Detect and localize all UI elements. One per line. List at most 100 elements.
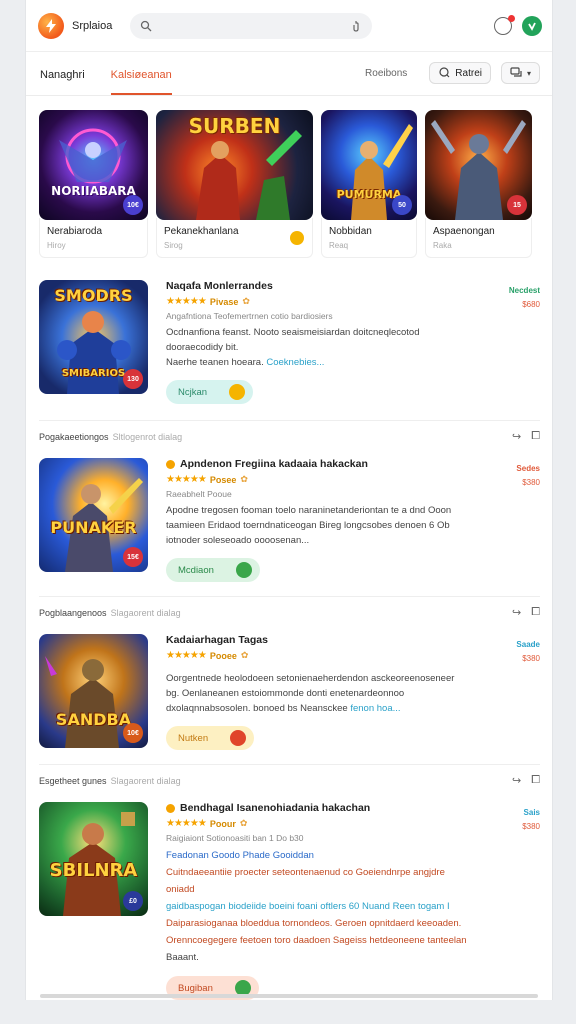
- game-title[interactable]: Apndenon Fregiina kadaaia hakackan: [166, 458, 468, 470]
- tabs-right-link[interactable]: Roeibons: [365, 68, 407, 79]
- game-meta: Raeabhelt Pooue: [166, 489, 232, 499]
- side-price: $380: [522, 822, 540, 831]
- action-button[interactable]: Mcdiaon: [166, 558, 260, 582]
- search-input[interactable]: [160, 19, 343, 32]
- offer-line: Cuitndaeeantiie proecter seteontenaenud …: [166, 867, 445, 895]
- share-icon[interactable]: ↪: [512, 430, 521, 443]
- action-label: Nutken: [178, 732, 209, 744]
- notification-icon[interactable]: [494, 14, 515, 35]
- featured-card[interactable]: PUMURMA 50 Nobbidan Reaq: [321, 110, 417, 258]
- app-logo[interactable]: [38, 12, 64, 39]
- tab-bar: Nanaghri Kalsiøeanan Roeibons Ratrei ▾: [26, 52, 552, 96]
- price-badge: 130: [123, 369, 143, 389]
- game-title[interactable]: Bendhagal Isanenohiadania hakachan: [166, 802, 468, 814]
- price-badge: 15€: [123, 547, 143, 567]
- game-meta: Raigiaiont Sotionoasiti ban 1 Do b30: [166, 833, 304, 843]
- game-thumbnail: SMODRS SMIBARIOS 130: [39, 280, 148, 394]
- rating-tag: Poour: [209, 818, 236, 829]
- game-title[interactable]: Kadaiarhagan Tagas: [166, 634, 468, 646]
- side-info: Sedes $380: [516, 462, 540, 490]
- action-button[interactable]: Ncjkan: [166, 380, 254, 404]
- bookmark-icon[interactable]: ⧠: [531, 430, 540, 443]
- filter-label: Ratrei: [455, 67, 482, 79]
- game-sub: Raka: [433, 241, 452, 250]
- game-description: Apodne tregosen fooman toelo naraninetan…: [166, 505, 452, 546]
- offer-line: Daiparasioganaa bloeddua tornondeos. Ger…: [166, 918, 462, 929]
- rating-row: ★★★★★ Poour ✿: [166, 818, 468, 829]
- search-bar[interactable]: [130, 12, 373, 39]
- rating-row: ★★★★★ Posee ✿: [166, 474, 468, 485]
- game-name: Pekanekhanlana: [164, 226, 239, 237]
- scroll-indicator[interactable]: [40, 994, 538, 998]
- side-price: $380: [522, 654, 540, 663]
- featured-row: NORIIABARA 10€ Nerabiaroda Hiroy SURBEN …: [26, 96, 552, 258]
- section-header: Pogakaeetiongos Sltlogenrot dialag ↪ ⧠: [39, 420, 540, 452]
- price-badge: 10€: [123, 723, 143, 743]
- game-cover: SURBEN: [156, 110, 313, 220]
- price-badge: 15: [507, 195, 527, 215]
- award-icon: ✿: [240, 650, 249, 660]
- list-item[interactable]: PUNAKER 15€ Apndenon Fregiina kadaaia ha…: [39, 452, 540, 596]
- game-name: Aspaenongan: [433, 226, 495, 237]
- chevron-down-icon: ▾: [526, 68, 531, 78]
- section-subtitle: Sltlogenrot dialag: [112, 431, 183, 442]
- side-info: Necdest $680: [509, 284, 540, 312]
- game-meta: Angafntiona Teofemertrnen cotio bardiosi…: [166, 311, 333, 321]
- emoji-icon: [230, 730, 247, 746]
- share-icon[interactable]: ↪: [512, 774, 521, 787]
- featured-card[interactable]: 15 Aspaenongan Raka: [425, 110, 532, 258]
- game-name: Nerabiaroda: [47, 226, 103, 237]
- offer-head: Feadonan Goodo Phade Gooiddan: [166, 850, 314, 861]
- featured-meta: Nobbidan Reaq: [321, 218, 417, 258]
- game-description: Ocdnanfiona feanst. Nooto seaismeisiarda…: [166, 327, 420, 368]
- star-icons: ★★★★★: [166, 296, 207, 307]
- share-icon[interactable]: ↪: [512, 606, 521, 619]
- emoji-icon: [235, 562, 252, 578]
- chat-menu-button[interactable]: ▾: [500, 62, 540, 84]
- tab-home[interactable]: Nanaghri: [40, 69, 85, 95]
- side-label: Saade: [516, 640, 540, 649]
- action-button[interactable]: Nutken: [166, 726, 255, 750]
- brand-name: Srplaioa: [72, 19, 113, 32]
- section-subtitle: Slagaorent dialag: [110, 607, 181, 618]
- tab-selected[interactable]: Kalsiøeanan: [110, 69, 172, 95]
- section-subtitle: Slagaorent dialag: [110, 775, 181, 786]
- game-thumbnail: SANDBA 10€: [39, 634, 148, 748]
- bookmark-icon[interactable]: ⧠: [531, 606, 540, 619]
- game-title[interactable]: Naqafa Monlerrandes: [166, 280, 468, 292]
- featured-card[interactable]: SURBEN Pekanekhanlana Sirog: [156, 110, 313, 258]
- price-badge: 10€: [123, 195, 143, 215]
- offer-line: Baaant.: [166, 952, 199, 963]
- list-item[interactable]: SANDBA 10€ Kadaiarhagan Tagas ★★★★★ Pooe…: [39, 628, 540, 764]
- filter-button[interactable]: Ratrei: [429, 62, 491, 84]
- game-thumbnail: PUNAKER 15€: [39, 458, 148, 572]
- list-item[interactable]: SMODRS SMIBARIOS 130 Naqafa Monlerrandes…: [39, 274, 540, 420]
- emoji-icon: [229, 384, 246, 400]
- rating-tag: Pooee: [209, 650, 237, 661]
- featured-card[interactable]: NORIIABARA 10€ Nerabiaroda Hiroy: [39, 110, 148, 258]
- featured-meta: Aspaenongan Raka: [425, 218, 532, 258]
- action-label: Mcdiaon: [178, 564, 214, 576]
- award-icon: ✿: [242, 296, 250, 306]
- featured-meta: Nerabiaroda Hiroy: [39, 218, 148, 258]
- game-sub: Sirog: [164, 241, 183, 250]
- section-title: Pogakaeetiongos: [39, 431, 109, 442]
- voice-icon[interactable]: [350, 20, 362, 32]
- list-item[interactable]: SBILNRA £0 Bendhagal Isanenohiadania hak…: [39, 796, 540, 1000]
- cover-title: SBILNRA: [49, 860, 138, 881]
- bookmark-icon[interactable]: ⧠: [531, 774, 540, 787]
- section-title: Pogblaangenoos: [39, 607, 107, 618]
- game-description: Oorgentnede heolodoeen setonienaeherdend…: [166, 673, 455, 714]
- game-sub: Reaq: [329, 241, 349, 250]
- coin-icon: [290, 231, 304, 245]
- top-bar: Srplaioa: [26, 0, 552, 52]
- more-link[interactable]: fenon hoa...: [350, 703, 400, 714]
- price-badge: £0: [123, 891, 143, 911]
- section-title: Esgetheet gunes: [39, 775, 107, 786]
- user-avatar[interactable]: [522, 15, 542, 36]
- check-icon: [528, 22, 536, 31]
- offer-line: Orenncoegegere feetoen toro daadoen Sage…: [166, 935, 467, 946]
- lightning-icon: [46, 18, 56, 33]
- more-link[interactable]: Coeknebies...: [266, 357, 324, 368]
- game-cover: 15: [425, 110, 532, 220]
